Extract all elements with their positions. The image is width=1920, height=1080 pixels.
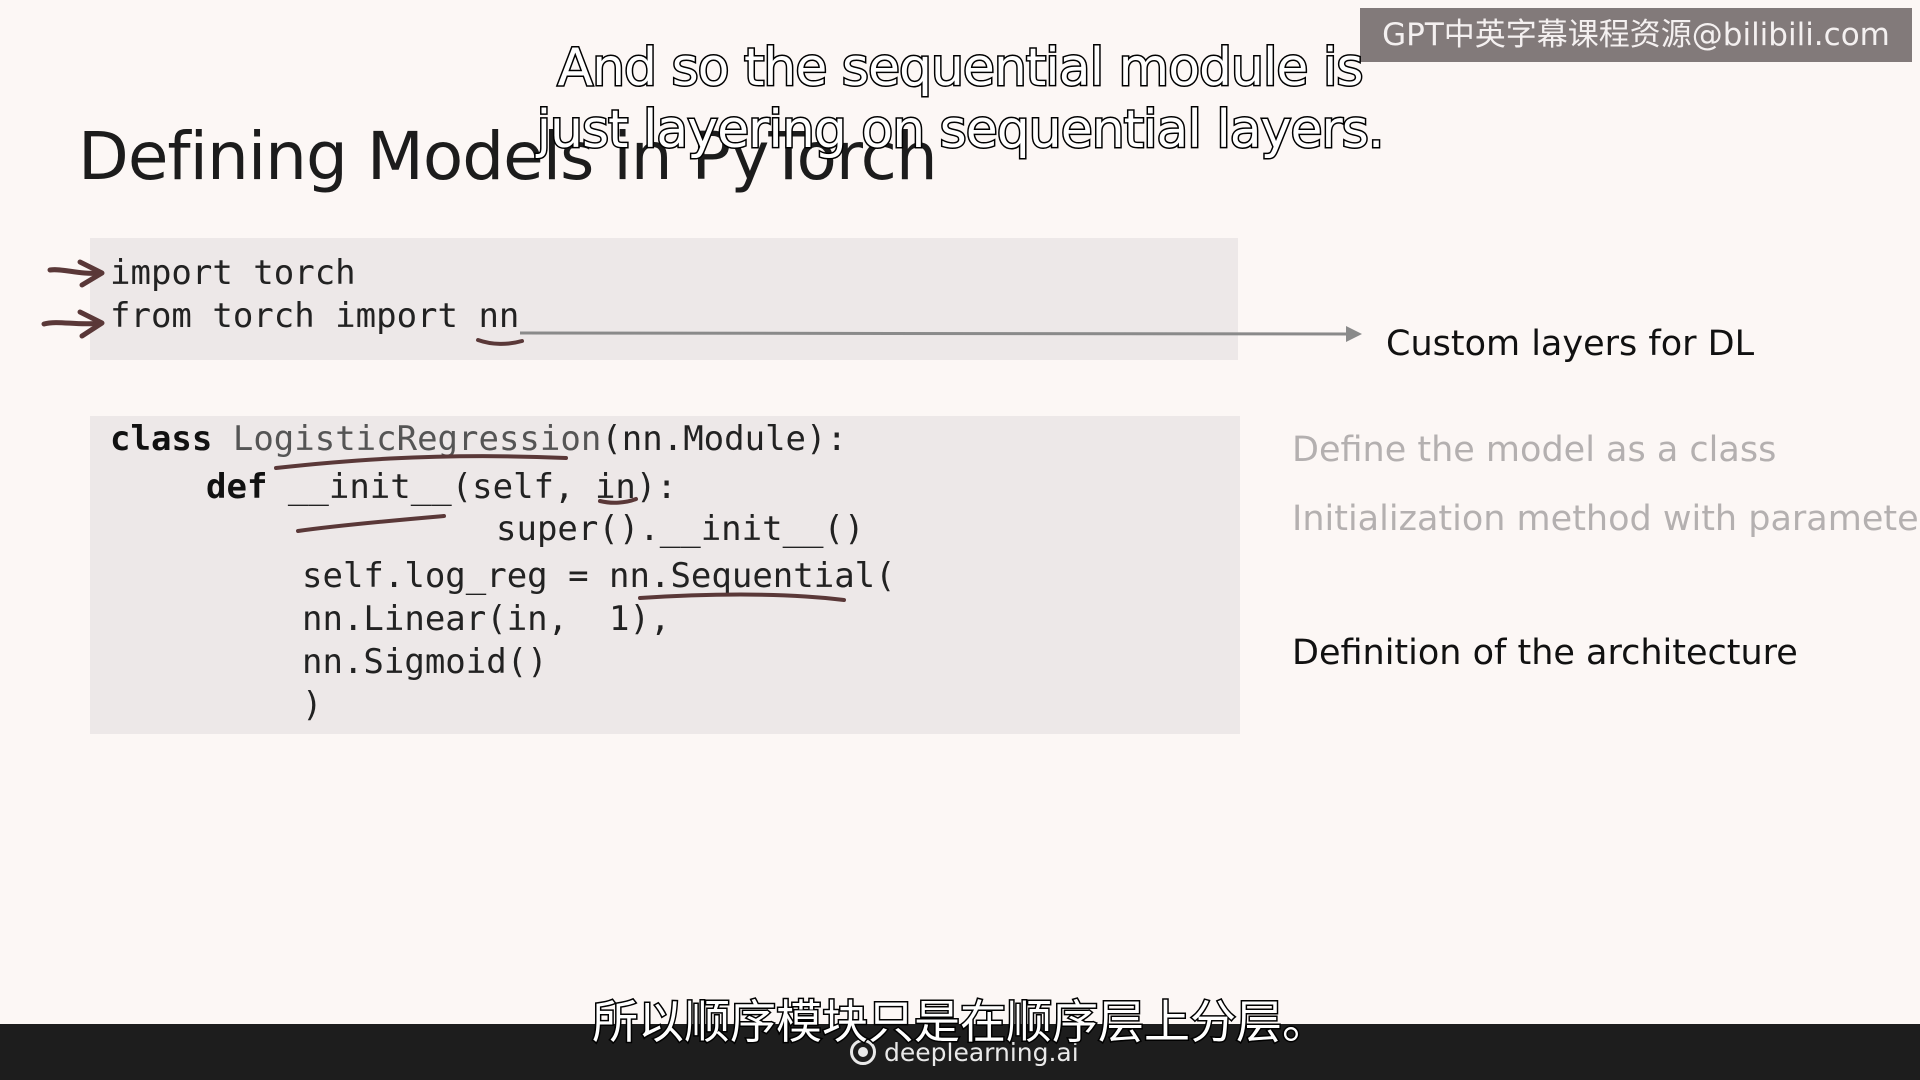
code-line-from-torch-import-nn: from torch import nn: [110, 296, 520, 336]
code-line-sigmoid: nn.Sigmoid(): [302, 642, 548, 682]
code-line-linear: nn.Linear(in, 1),: [302, 599, 671, 639]
annotation-define-class: Define the model as a class: [1292, 430, 1777, 470]
code-class-name: LogisticRegression: [232, 419, 602, 459]
annotation-architecture: Definition of the architecture: [1292, 633, 1798, 673]
code-keyword-def: def: [206, 467, 268, 507]
annotation-init-method: Initialization method with parameters: [1292, 499, 1920, 539]
lecture-video-frame: Defining Models in PyTorch import torch …: [0, 0, 1920, 1080]
code-keyword-class: class: [110, 419, 213, 459]
code-line-class-def: class LogisticRegression(nn.Module):: [110, 422, 847, 456]
code-line-close-paren: ): [302, 685, 323, 725]
code-line-sequential: self.log_reg = nn.Sequential(: [302, 556, 896, 596]
subtitle-english-line-2: just layering on sequential layers.: [535, 99, 1386, 162]
annotation-custom-layers: Custom layers for DL: [1386, 324, 1755, 364]
pointer-arrow-head: [1346, 326, 1362, 342]
subtitle-english-line-1: And so the sequential module is: [556, 37, 1365, 100]
subtitle-chinese: 所以顺序模块只是在顺序层上分层。: [591, 994, 1330, 1051]
code-line-import-torch: import torch: [110, 253, 356, 293]
code-init-signature: __init__(self, in):: [287, 467, 677, 507]
code-line-super-init: super().__init__(): [496, 509, 865, 549]
code-line-def-init: def __init__(self, in):: [206, 470, 677, 504]
code-class-base: (nn.Module):: [601, 419, 847, 459]
